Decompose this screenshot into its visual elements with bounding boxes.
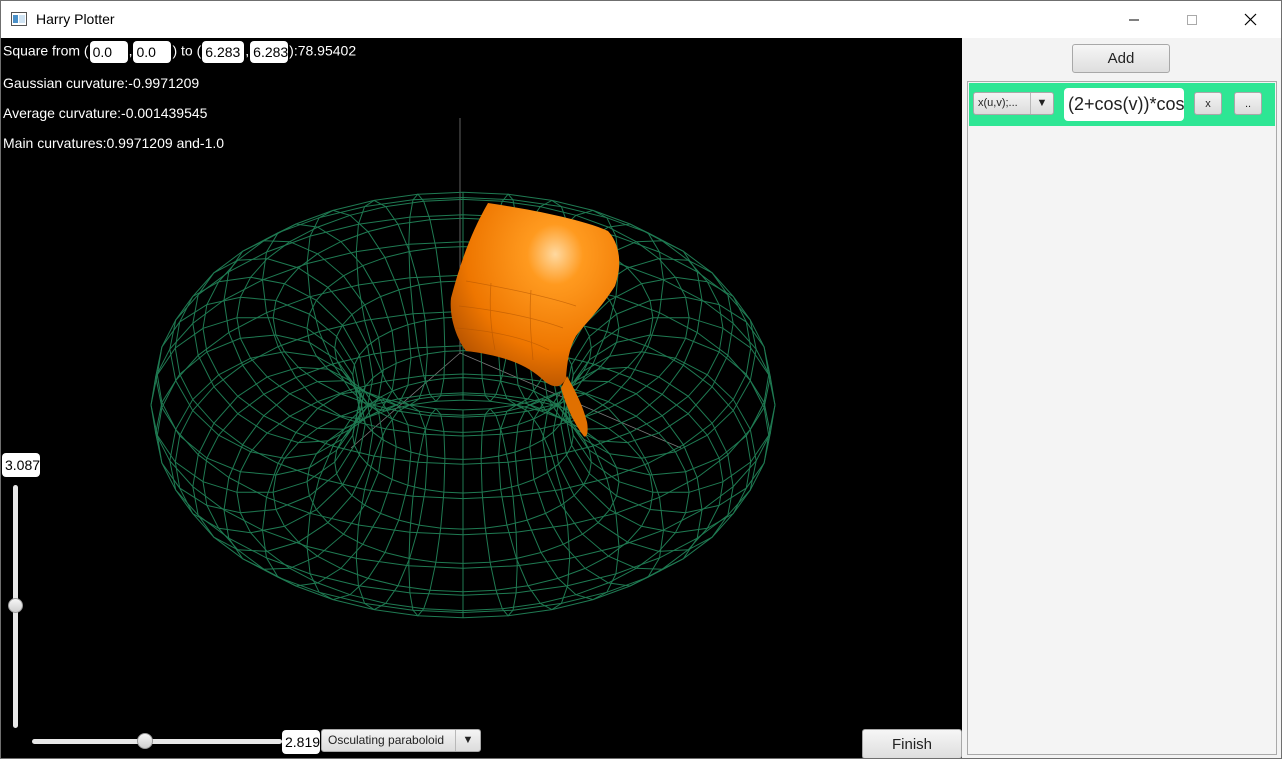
main-label: Main curvatures: <box>3 135 107 151</box>
maximize-button[interactable] <box>1169 1 1215 38</box>
more-button[interactable]: .. <box>1234 92 1262 115</box>
main-value-1: 0.9971209 <box>106 135 173 151</box>
window-title: Harry Plotter <box>36 11 115 27</box>
gaussian-value: -0.9971209 <box>128 75 200 91</box>
main-value-2: -1.0 <box>199 135 225 151</box>
close-button[interactable] <box>1227 1 1273 38</box>
app-icon <box>11 12 27 26</box>
sidebar: Add x(u,v);... ▼ (2+cos(v))*cos(u) x .. <box>962 38 1281 758</box>
remove-button[interactable]: x <box>1194 92 1222 115</box>
finish-button[interactable]: Finish <box>862 729 962 758</box>
separator-2: , <box>245 42 250 59</box>
mode-combo[interactable]: Osculating paraboloid ▼ <box>321 729 481 752</box>
coordinate-type-label: x(u,v);... <box>978 97 1018 109</box>
separator-1: , <box>128 42 133 59</box>
minimize-icon <box>1129 19 1139 20</box>
square-line: Square from (0.0, 0.0) to (6.283, 6.283):7… <box>3 41 356 63</box>
close-icon <box>1244 13 1256 26</box>
add-button[interactable]: Add <box>1072 44 1170 73</box>
to-v-field[interactable]: 6.283 <box>250 41 289 63</box>
average-label: Average curvature: <box>3 105 122 121</box>
gaussian-curvature-line: Gaussian curvature:-0.9971209 <box>3 75 199 91</box>
average-curvature-line: Average curvature:-0.001439545 <box>3 105 207 121</box>
vertical-slider-value[interactable]: 3.087 <box>2 453 40 477</box>
end-text: ): <box>289 42 298 59</box>
maximize-icon <box>1187 14 1197 25</box>
gaussian-label: Gaussian curvature: <box>3 75 129 91</box>
osculating-surface <box>450 203 620 437</box>
surface-list: x(u,v);... ▼ (2+cos(v))*cos(u) x .. <box>967 81 1277 755</box>
mode-combo-label: Osculating paraboloid <box>328 733 445 747</box>
coordinate-type-combo[interactable]: x(u,v);... ▼ <box>973 92 1054 115</box>
vertical-slider-thumb[interactable] <box>8 598 23 613</box>
minimize-button[interactable] <box>1111 1 1157 38</box>
square-prefix: Square from ( <box>3 42 89 59</box>
expression-input[interactable]: (2+cos(v))*cos(u) <box>1064 88 1184 121</box>
from-v-field[interactable]: 0.0 <box>133 41 172 63</box>
list-item[interactable]: x(u,v);... ▼ (2+cos(v))*cos(u) x .. <box>969 83 1275 126</box>
area-value: 78.95402 <box>297 42 357 59</box>
horizontal-slider-value[interactable]: 2.819 <box>282 730 320 754</box>
torus-wireframe <box>150 191 776 619</box>
average-value: -0.001439545 <box>121 105 208 121</box>
main-curvatures-line: Main curvatures:0.9971209 and-1.0 <box>3 135 224 151</box>
from-u-field[interactable]: 0.0 <box>89 41 128 63</box>
plot-canvas[interactable]: Square from (0.0, 0.0) to (6.283, 6.283):7… <box>1 38 962 758</box>
chevron-down-icon: ▼ <box>1030 93 1053 114</box>
horizontal-slider-track[interactable] <box>32 739 282 744</box>
horizontal-slider-thumb[interactable] <box>137 733 153 749</box>
to-text: ) to ( <box>172 42 202 59</box>
chevron-down-icon: ▼ <box>455 730 480 751</box>
to-u-field[interactable]: 6.283 <box>202 41 245 63</box>
main-and: and <box>176 135 200 151</box>
app-window: Harry Plotter Square from (0.0, 0.0) to (… <box>0 0 1282 759</box>
title-bar: Harry Plotter <box>1 1 1281 38</box>
